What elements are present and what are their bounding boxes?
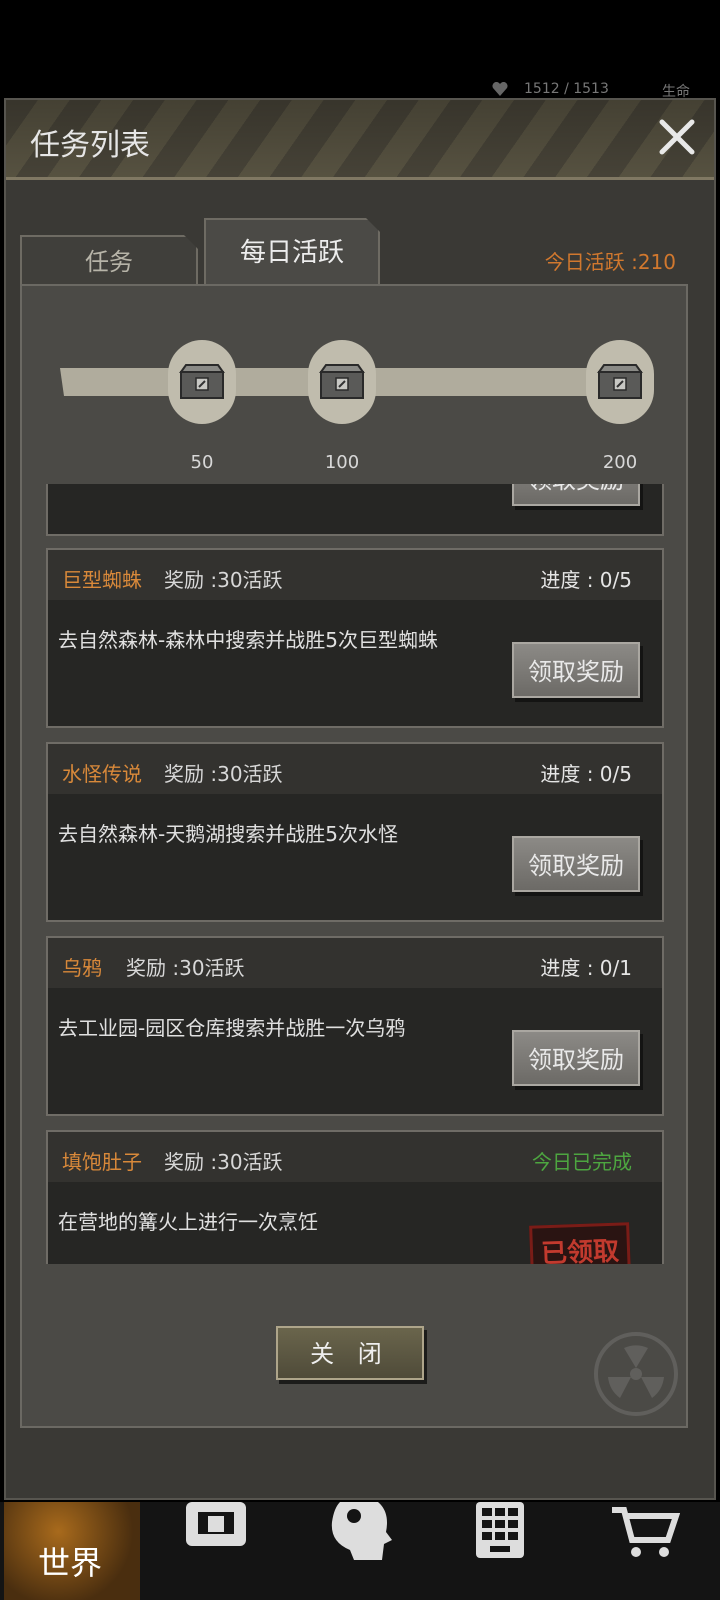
task-card: 领取奖励	[46, 482, 664, 536]
claimed-stamp: 已领取	[529, 1222, 631, 1264]
heart-icon	[492, 82, 508, 96]
dialog-title: 任务列表	[30, 128, 150, 163]
task-progress: 进度 : 0/5	[540, 762, 632, 786]
task-card-header: 巨型蜘蛛 奖励 :30活跃 进度 : 0/5	[48, 550, 662, 600]
hp-readout: 1512 / 1513	[524, 81, 609, 97]
task-name: 乌鸦	[62, 956, 102, 980]
milestone-chest-200[interactable]	[586, 340, 654, 424]
backpack-icon	[186, 1502, 246, 1546]
status-strip: 1512 / 1513 生命	[0, 80, 720, 100]
task-name: 巨型蜘蛛	[62, 568, 142, 592]
nav-device[interactable]	[456, 1502, 592, 1600]
task-progress: 进度 : 0/1	[540, 956, 632, 980]
claim-reward-button[interactable]: 领取奖励	[512, 642, 640, 698]
milestone-chest-100[interactable]	[308, 340, 376, 424]
today-active-score: 今日活跃 :210	[544, 250, 676, 274]
claim-reward-button[interactable]: 领取奖励	[512, 482, 640, 506]
task-card-header: 填饱肚子 奖励 :30活跃 今日已完成	[48, 1132, 662, 1182]
tab-task[interactable]: 任务	[20, 235, 198, 285]
milestone-label: 200	[602, 452, 638, 473]
task-card: 水怪传说 奖励 :30活跃 进度 : 0/5 去自然森林-天鹅湖搜索并战胜5次水…	[46, 742, 664, 922]
task-reward: 奖励 :30活跃	[126, 956, 245, 980]
task-description: 在营地的篝火上进行一次烹饪	[58, 1210, 318, 1234]
claim-reward-button[interactable]: 领取奖励	[512, 836, 640, 892]
task-card-header: 水怪传说 奖励 :30活跃 进度 : 0/5	[48, 744, 662, 794]
task-list-dialog: 任务列表 任务 每日活跃 今日活跃 :210 50 100 200 巨型蜘蛛 奖…	[4, 98, 716, 1500]
task-description: 去自然森林-天鹅湖搜索并战胜5次水怪	[58, 822, 398, 846]
nav-world-label: 世界	[38, 1544, 103, 1582]
task-card: 巨型蜘蛛 奖励 :30活跃 进度 : 0/5 去自然森林-森林中搜索并战胜5次巨…	[46, 548, 664, 728]
task-description: 去自然森林-森林中搜索并战胜5次巨型蜘蛛	[58, 628, 438, 652]
task-card: 填饱肚子 奖励 :30活跃 今日已完成 在营地的篝火上进行一次烹饪 已领取	[46, 1130, 664, 1264]
nav-character[interactable]	[310, 1502, 446, 1600]
nav-world[interactable]: 世界	[4, 1502, 140, 1600]
shopping-cart-icon	[612, 1507, 680, 1557]
dialog-titlebar: 任务列表	[6, 100, 714, 180]
head-profile-icon	[331, 1502, 392, 1560]
milestone-label: 50	[190, 452, 214, 473]
task-name: 填饱肚子	[62, 1150, 142, 1174]
task-description: 去工业园-园区仓库搜索并战胜一次乌鸦	[58, 1016, 406, 1040]
nav-shop[interactable]	[600, 1502, 720, 1600]
task-reward: 奖励 :30活跃	[164, 568, 283, 592]
task-name: 水怪传说	[62, 762, 142, 786]
task-card: 乌鸦 奖励 :30活跃 进度 : 0/1 去工业园-园区仓库搜索并战胜一次乌鸦 …	[46, 936, 664, 1116]
chest-icon	[319, 364, 365, 399]
milestone-label: 100	[324, 452, 360, 473]
active-progress-track: 50 100 200	[22, 286, 686, 484]
tab-daily-active[interactable]: 每日活跃	[204, 218, 380, 285]
close-icon[interactable]	[654, 114, 700, 160]
bottom-navigation: 世界	[0, 1502, 720, 1600]
chest-icon	[597, 364, 643, 399]
nav-backpack[interactable]	[164, 1502, 300, 1600]
task-card-header: 乌鸦 奖励 :30活跃 进度 : 0/1	[48, 938, 662, 988]
task-list[interactable]: 领取奖励 巨型蜘蛛 奖励 :30活跃 进度 : 0/5 去自然森林-森林中搜索并…	[46, 482, 664, 1264]
phone-keypad-icon	[476, 1502, 524, 1558]
task-progress: 进度 : 0/5	[540, 568, 632, 592]
task-reward: 奖励 :30活跃	[164, 762, 283, 786]
milestone-chest-50[interactable]	[168, 340, 236, 424]
daily-panel: 50 100 200 领取奖励 巨型蜘蛛 奖励 :30活跃 进度 : 0/5 去…	[20, 284, 688, 1428]
claim-reward-button[interactable]: 领取奖励	[512, 1030, 640, 1086]
task-status-completed: 今日已完成	[532, 1150, 632, 1174]
chest-icon	[179, 364, 225, 399]
radiation-icon	[594, 1332, 678, 1416]
task-reward: 奖励 :30活跃	[164, 1150, 283, 1174]
close-button[interactable]: 关 闭	[276, 1326, 424, 1380]
